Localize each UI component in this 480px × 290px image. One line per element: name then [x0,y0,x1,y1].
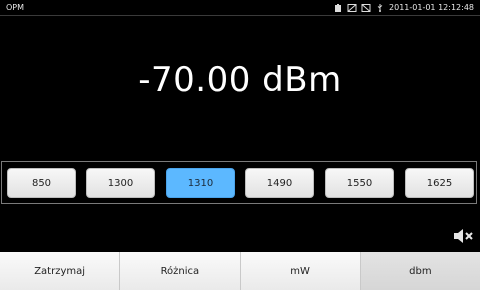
status-bar: OPM 2011-01-01 12:12:48 [0,0,480,15]
wavelength-button-1490[interactable]: 1490 [245,168,314,198]
app-title: OPM [6,3,25,12]
sd-card-icon [347,3,357,12]
power-reading: -70.00 dBm [138,60,342,100]
status-divider [0,15,480,16]
battery-icon [335,3,342,12]
speaker-muted-icon[interactable] [452,226,474,246]
stop-button[interactable]: Zatrzymaj [0,252,121,290]
wavelength-button-1300[interactable]: 1300 [86,168,155,198]
status-datetime: 2011-01-01 12:12:48 [389,3,474,12]
wavelength-button-850[interactable]: 850 [7,168,76,198]
wavelength-button-1625[interactable]: 1625 [405,168,474,198]
dbm-unit-button[interactable]: dbm [360,252,480,290]
status-icons: 2011-01-01 12:12:48 [333,3,474,12]
wavelength-button-1310[interactable]: 1310 [166,168,235,198]
wavelength-button-1550[interactable]: 1550 [325,168,394,198]
no-signal-icon [361,3,371,12]
usb-icon [377,3,383,12]
mw-unit-button[interactable]: mW [240,252,361,290]
difference-button[interactable]: Różnica [120,252,241,290]
bottom-toolbar: Zatrzymaj Różnica mW dbm [0,252,480,290]
